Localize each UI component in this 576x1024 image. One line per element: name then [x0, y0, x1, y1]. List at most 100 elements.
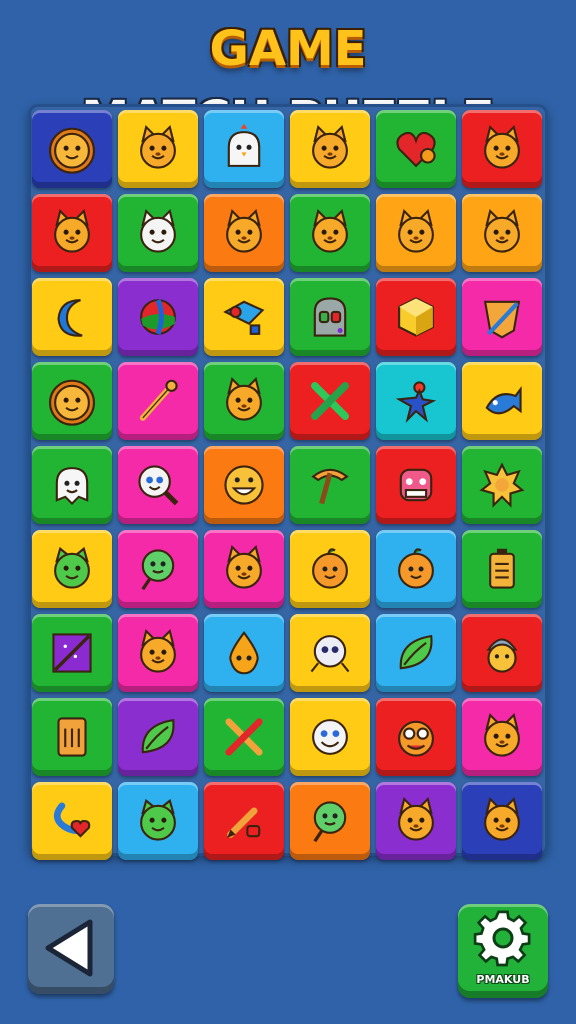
beach-ball-icon	[140, 299, 176, 335]
tile[interactable]	[462, 446, 542, 524]
tile[interactable]	[32, 782, 112, 860]
tile[interactable]	[118, 110, 198, 188]
tile[interactable]	[462, 278, 542, 356]
cat-face-icon	[54, 208, 90, 253]
tile[interactable]	[118, 362, 198, 440]
tile[interactable]	[376, 110, 456, 188]
cat-face-icon	[312, 124, 348, 169]
tile[interactable]	[290, 110, 370, 188]
grin-face-icon	[224, 465, 264, 505]
tile[interactable]	[204, 614, 284, 692]
tile[interactable]	[462, 194, 542, 272]
cat-face-icon	[140, 628, 176, 673]
bird-kite-icon	[223, 300, 265, 335]
tile[interactable]	[32, 698, 112, 776]
lollipop-face-icon	[313, 801, 347, 843]
settings-label: PMAKUB	[476, 973, 530, 986]
tile[interactable]	[118, 530, 198, 608]
cat-face-icon	[226, 544, 262, 589]
cat-face-icon	[484, 796, 520, 841]
star-figure-icon	[395, 381, 437, 424]
tile[interactable]	[204, 110, 284, 188]
stick-wand-icon	[139, 379, 178, 421]
tile[interactable]	[376, 698, 456, 776]
title-word-game: GAME	[209, 21, 367, 77]
green-cat-face-icon	[54, 546, 90, 589]
cat-face-icon	[484, 124, 520, 169]
tile[interactable]	[204, 782, 284, 860]
tile[interactable]	[290, 278, 370, 356]
tile[interactable]	[32, 110, 112, 188]
leaf-icon	[399, 634, 433, 670]
tile[interactable]	[32, 194, 112, 272]
tile[interactable]	[376, 446, 456, 524]
shield-bow-icon	[483, 300, 521, 339]
ghost-face-icon	[55, 467, 89, 506]
tile[interactable]	[204, 278, 284, 356]
fish-icon	[485, 386, 522, 415]
tile[interactable]	[32, 614, 112, 692]
tile[interactable]	[462, 530, 542, 608]
tile[interactable]	[376, 278, 456, 356]
cat-face-icon	[312, 208, 348, 253]
back-button[interactable]	[28, 904, 114, 994]
lollipop-face-icon	[141, 549, 175, 591]
tile[interactable]	[204, 362, 284, 440]
tile[interactable]	[204, 446, 284, 524]
orange-face-icon	[312, 548, 348, 589]
tile[interactable]	[290, 446, 370, 524]
tile[interactable]	[118, 782, 198, 860]
tile[interactable]	[462, 110, 542, 188]
tile[interactable]	[118, 446, 198, 524]
orange-face-icon	[398, 548, 434, 589]
tile[interactable]	[376, 530, 456, 608]
crossed-swords-icon	[311, 382, 349, 420]
tile[interactable]	[376, 194, 456, 272]
crescent-moon-icon	[57, 299, 83, 337]
tile[interactable]	[290, 698, 370, 776]
tile[interactable]	[290, 530, 370, 608]
tile[interactable]	[290, 782, 370, 860]
drop-face-icon	[229, 630, 259, 675]
beanie-face-icon	[486, 638, 518, 673]
pencil-icon	[227, 807, 261, 838]
hexagon-gem-icon	[398, 297, 434, 337]
tile[interactable]	[32, 446, 112, 524]
robot-head-icon	[313, 297, 347, 337]
tile[interactable]	[204, 530, 284, 608]
tile[interactable]	[376, 614, 456, 692]
tile[interactable]	[32, 530, 112, 608]
tile[interactable]	[32, 362, 112, 440]
tile[interactable]	[118, 278, 198, 356]
tile[interactable]	[118, 698, 198, 776]
crossed-box-icon	[52, 633, 92, 673]
tile[interactable]	[462, 362, 542, 440]
swirl-heart-icon	[53, 802, 91, 838]
tile[interactable]	[290, 194, 370, 272]
game-title: GAME MATCH PUZZLE	[0, 14, 576, 147]
smile-face-icon	[312, 719, 348, 755]
tile[interactable]	[462, 614, 542, 692]
tile[interactable]	[32, 278, 112, 356]
tile[interactable]	[118, 194, 198, 272]
tile[interactable]	[118, 614, 198, 692]
tile[interactable]	[462, 782, 542, 860]
tile[interactable]	[204, 698, 284, 776]
tile[interactable]	[376, 782, 456, 860]
tile[interactable]	[376, 362, 456, 440]
cat-face-icon	[398, 208, 434, 253]
white-cat-face-icon	[140, 208, 176, 253]
cat-face-icon	[484, 712, 520, 757]
play-left-triangle-icon	[45, 919, 93, 977]
tile[interactable]	[204, 194, 284, 272]
cat-face-icon	[140, 124, 176, 169]
settings-button[interactable]: PMAKUB	[458, 904, 548, 998]
tile[interactable]	[462, 698, 542, 776]
monster-face-icon	[399, 468, 433, 502]
lion-face-icon	[49, 127, 95, 174]
cat-face-icon	[484, 208, 520, 253]
gear-icon	[473, 910, 531, 967]
tile[interactable]	[290, 362, 370, 440]
battery-icon	[489, 548, 515, 589]
tile[interactable]	[290, 614, 370, 692]
